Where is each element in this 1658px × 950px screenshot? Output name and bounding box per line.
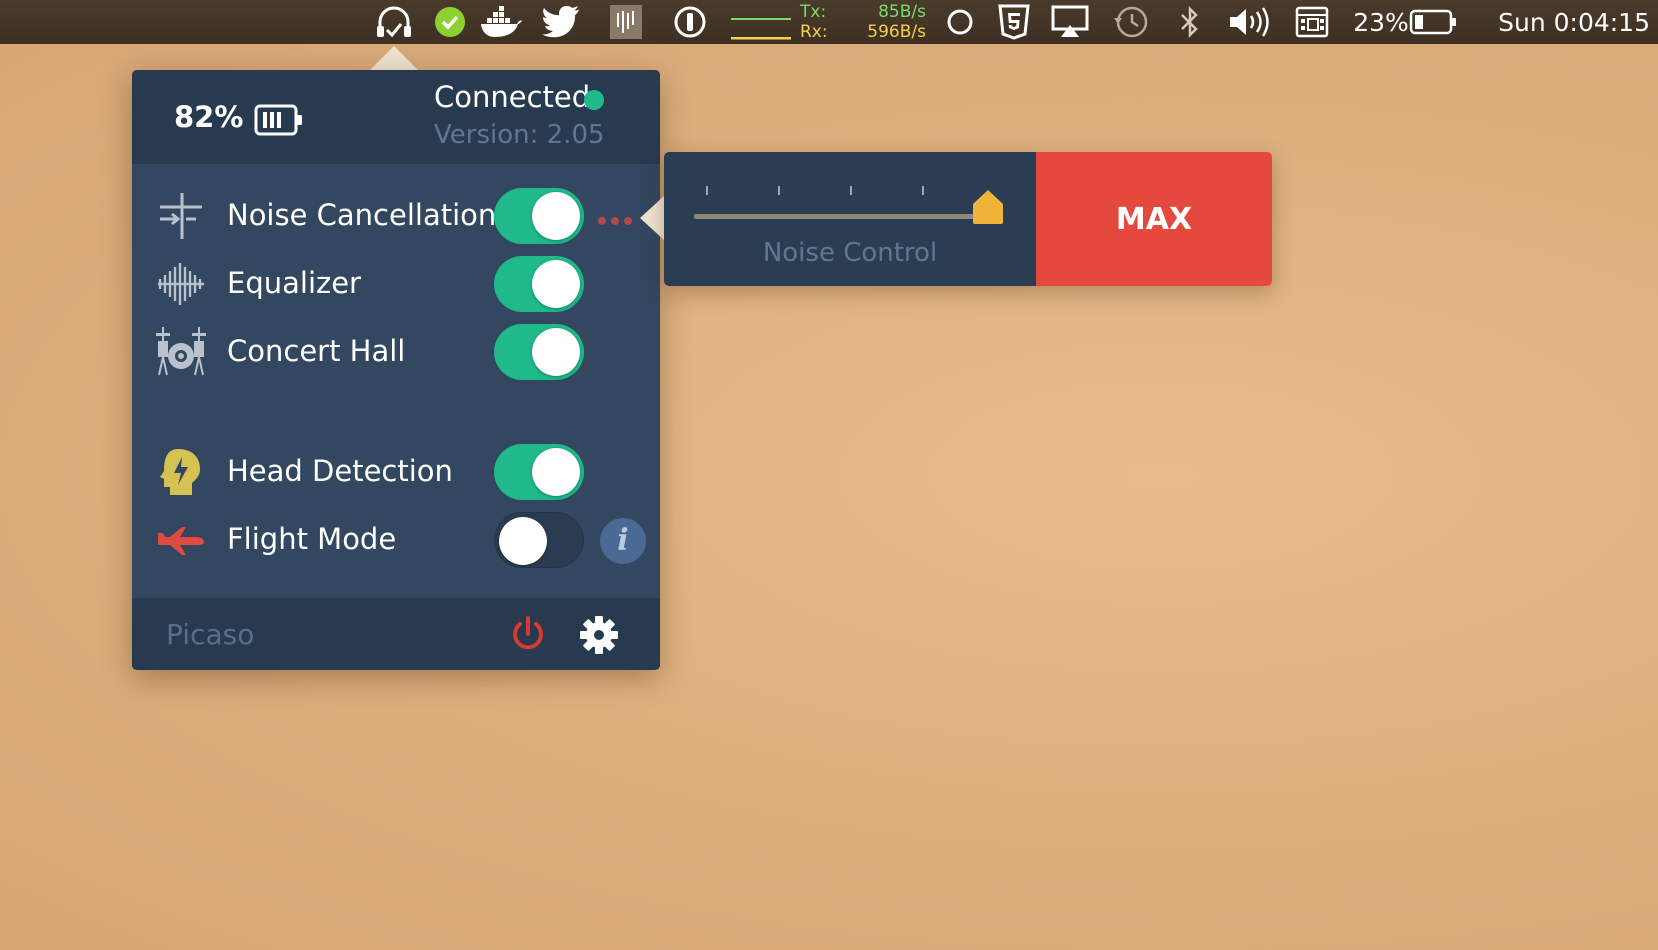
clock-text: Sun 0:04:15 bbox=[1498, 7, 1650, 37]
firmware-version: Version: 2.05 bbox=[434, 120, 605, 150]
power-icon[interactable] bbox=[508, 614, 548, 654]
rx-label: Rx: bbox=[800, 22, 828, 42]
gear-icon[interactable] bbox=[578, 614, 620, 656]
circle-icon[interactable] bbox=[942, 0, 978, 44]
drum-kit-icon bbox=[156, 327, 206, 376]
menubar-battery-pct: 23% bbox=[1353, 7, 1409, 37]
keyboard-icon[interactable] bbox=[1292, 0, 1332, 44]
flight-mode-label: Flight Mode bbox=[227, 522, 397, 556]
net-labels: Tx: Rx: bbox=[800, 2, 828, 42]
net-values: 85B/s 596B/s bbox=[846, 2, 926, 42]
equalizer-icon bbox=[158, 263, 204, 305]
airplane-icon bbox=[158, 527, 204, 555]
head-lightning-icon bbox=[160, 449, 200, 495]
battery-percent[interactable]: 23% bbox=[1350, 0, 1412, 44]
slider-tick bbox=[850, 186, 852, 195]
headphones-panel: 82% Connected Version: 2.05 Noise Cancel… bbox=[132, 70, 660, 670]
menu-bar: Tx: Rx: 85B/s 596B/s 23% Sun 0:04:15 bbox=[0, 0, 1658, 44]
battery-icon[interactable] bbox=[1408, 0, 1458, 44]
noise-cancellation-icon bbox=[160, 193, 202, 239]
row-head-detection: Head Detection bbox=[132, 442, 660, 502]
toggle-knob bbox=[499, 517, 547, 565]
tx-label: Tx: bbox=[800, 2, 827, 22]
noise-cancellation-toggle[interactable] bbox=[494, 188, 584, 244]
volume-icon[interactable] bbox=[1228, 0, 1272, 44]
tx-value: 85B/s bbox=[878, 2, 926, 22]
slider-tick bbox=[706, 186, 708, 195]
equalizer-toggle[interactable] bbox=[494, 256, 584, 312]
equalizer-label: Equalizer bbox=[227, 266, 361, 300]
slider-tick bbox=[778, 186, 780, 195]
popover-caret bbox=[370, 46, 418, 70]
toggle-knob bbox=[532, 448, 580, 496]
html5-shield-icon[interactable] bbox=[994, 0, 1034, 44]
docker-icon[interactable] bbox=[478, 0, 524, 44]
connection-dot bbox=[584, 90, 604, 110]
airplay-icon[interactable] bbox=[1050, 0, 1090, 44]
noise-control-thumb[interactable] bbox=[971, 188, 1005, 226]
twitter-icon[interactable] bbox=[540, 0, 582, 44]
noise-control-slider-area: Noise Control bbox=[664, 152, 1036, 286]
noise-control-track[interactable] bbox=[694, 214, 994, 219]
check-circle-icon[interactable] bbox=[430, 0, 470, 44]
row-equalizer: Equalizer bbox=[132, 254, 660, 314]
headphone-battery-icon bbox=[254, 104, 302, 136]
flight-mode-toggle[interactable] bbox=[494, 512, 584, 568]
more-options-dots[interactable] bbox=[598, 210, 637, 229]
headphones-icon[interactable] bbox=[372, 0, 416, 44]
head-detection-label: Head Detection bbox=[227, 454, 453, 488]
bluetooth-icon[interactable] bbox=[1172, 0, 1208, 44]
row-concert-hall: Concert Hall bbox=[132, 322, 660, 382]
row-noise-cancellation: Noise Cancellation bbox=[132, 186, 660, 246]
head-detection-toggle[interactable] bbox=[494, 444, 584, 500]
rx-value: 596B/s bbox=[867, 22, 926, 42]
concert-hall-toggle[interactable] bbox=[494, 324, 584, 380]
onepassword-icon[interactable] bbox=[670, 0, 710, 44]
noise-control-label: Noise Control bbox=[762, 238, 938, 268]
noise-control-popup: Noise Control MAX bbox=[664, 152, 1272, 286]
row-flight-mode: Flight Mode i bbox=[132, 510, 660, 570]
connection-status: Connected bbox=[434, 80, 591, 114]
noise-control-caret bbox=[640, 196, 664, 240]
toggle-knob bbox=[532, 192, 580, 240]
slider-tick bbox=[922, 186, 924, 195]
info-button[interactable]: i bbox=[600, 518, 646, 564]
device-name: Picaso bbox=[166, 618, 255, 651]
time-machine-icon[interactable] bbox=[1110, 0, 1152, 44]
panel-header: 82% Connected Version: 2.05 bbox=[132, 70, 660, 164]
toggle-knob bbox=[532, 328, 580, 376]
noise-cancellation-label: Noise Cancellation bbox=[227, 198, 497, 232]
panel-footer: Picaso bbox=[132, 598, 660, 670]
concert-hall-label: Concert Hall bbox=[227, 334, 406, 368]
toggle-knob bbox=[532, 260, 580, 308]
headphone-battery-pct: 82% bbox=[174, 100, 244, 134]
noise-level-value[interactable]: MAX bbox=[1036, 152, 1272, 286]
clock[interactable]: Sun 0:04:15 bbox=[1480, 0, 1650, 44]
waveform-app-icon[interactable] bbox=[608, 0, 644, 44]
network-graph-icon bbox=[728, 0, 794, 44]
